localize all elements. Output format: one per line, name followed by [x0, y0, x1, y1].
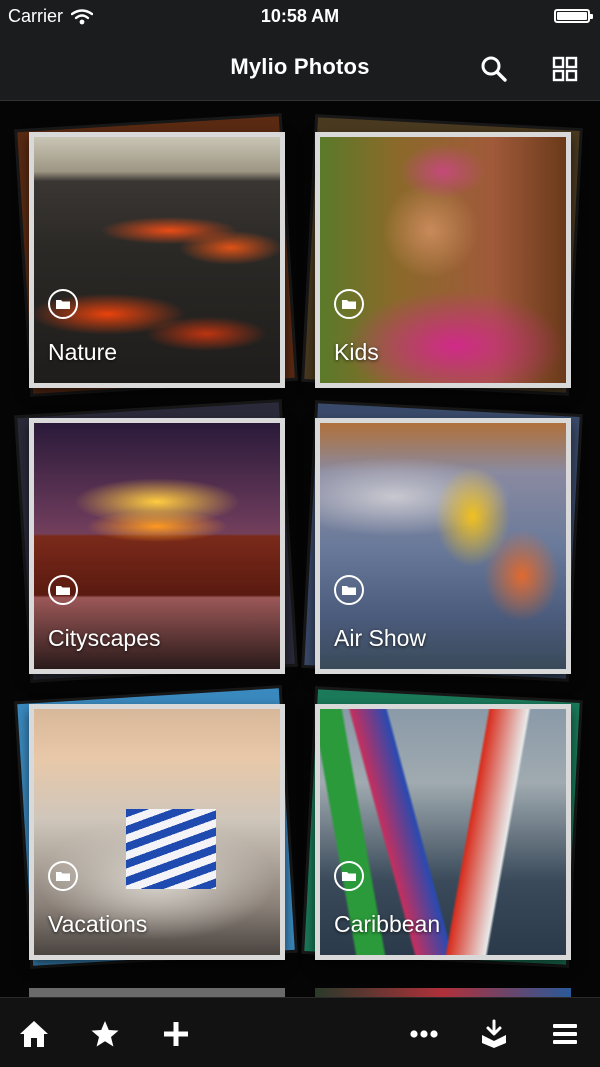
folder-icon: [334, 289, 364, 319]
album-cover: Cityscapes: [29, 418, 285, 674]
album-title: Kids: [334, 339, 379, 365]
grid-view-icon: [552, 56, 578, 82]
folder-icon: [48, 289, 78, 319]
battery-icon: [554, 9, 593, 23]
folder-icon: [334, 861, 364, 891]
album-title: Air Show: [334, 625, 427, 651]
add-button[interactable]: [158, 1016, 194, 1052]
album-grid: Nature Kids Cityscapes Air Show Vacation…: [0, 101, 600, 997]
album-card-kids[interactable]: Kids: [304, 117, 580, 393]
album-title: Cityscapes: [48, 625, 161, 651]
album-cover: Vacations: [29, 704, 285, 960]
album-title: Caribbean: [334, 911, 441, 937]
status-bar: Carrier 10:58 AM: [0, 0, 600, 34]
home-icon: [20, 1021, 48, 1047]
more-button[interactable]: [406, 1016, 442, 1052]
add-icon: [164, 1022, 188, 1046]
search-button[interactable]: [477, 52, 511, 86]
menu-button[interactable]: [547, 1016, 583, 1052]
favorites-button[interactable]: [87, 1016, 123, 1052]
folder-icon: [334, 575, 364, 605]
album-cover: Air Show: [315, 418, 571, 674]
more-icon: [410, 1030, 438, 1038]
import-button[interactable]: [476, 1016, 512, 1052]
menu-icon: [553, 1024, 577, 1044]
search-icon: [481, 56, 507, 82]
home-button[interactable]: [16, 1016, 52, 1052]
album-card-peek[interactable]: [315, 988, 571, 997]
bottom-toolbar: [0, 997, 600, 1067]
import-icon: [482, 1019, 506, 1048]
grid-view-button[interactable]: [548, 52, 582, 86]
folder-icon: [48, 575, 78, 605]
album-card-air-show[interactable]: Air Show: [304, 403, 580, 679]
album-cover: Kids: [315, 132, 571, 388]
album-cover: Caribbean: [315, 704, 571, 960]
album-card-cityscapes[interactable]: Cityscapes: [17, 402, 295, 680]
app-screen: Carrier 10:58 AM Mylio Photos Nature Kid…: [0, 0, 600, 1067]
status-time: 10:58 AM: [260, 6, 340, 26]
album-card-nature[interactable]: Nature: [17, 116, 295, 394]
nav-bar: Mylio Photos: [0, 34, 600, 101]
album-cover: Nature: [29, 132, 285, 388]
folder-icon: [48, 861, 78, 891]
album-card-caribbean[interactable]: Caribbean: [304, 689, 580, 965]
album-card-vacations[interactable]: Vacations: [17, 688, 295, 966]
album-card-peek[interactable]: [29, 988, 285, 997]
album-title: Vacations: [48, 911, 148, 937]
album-title: Nature: [48, 339, 118, 365]
star-icon: [91, 1021, 119, 1047]
